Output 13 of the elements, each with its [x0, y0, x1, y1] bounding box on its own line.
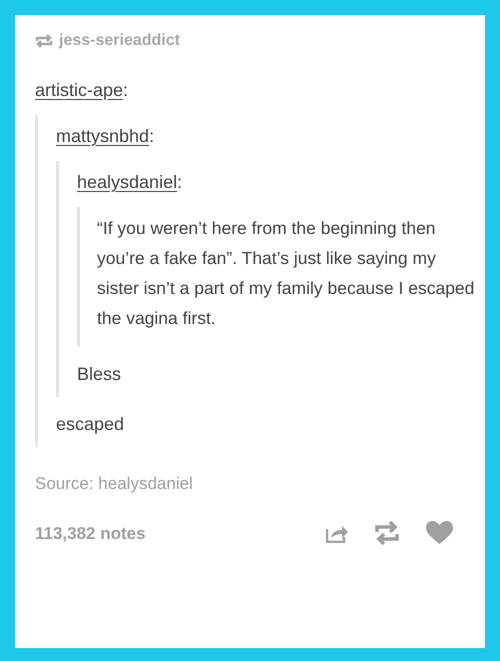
comment-text: Bless [77, 363, 122, 386]
quote-text: “If you weren’t here from the beginning then you’re a fake fan”. That’s just like saying my sister isn’t a part of my family because I escaped the vagina first. [97, 217, 476, 330]
colon: : [149, 126, 154, 146]
share-icon[interactable] [326, 523, 348, 544]
colon: : [177, 172, 182, 192]
username-link[interactable]: healysdaniel [77, 172, 178, 192]
username-link[interactable]: mattysnbhd [56, 126, 150, 146]
reblog-icon [35, 34, 53, 48]
reblog-icon[interactable] [374, 521, 400, 546]
heart-icon[interactable] [426, 521, 453, 546]
username-link[interactable]: artistic-ape [35, 80, 124, 100]
comment-text: escaped [56, 413, 126, 436]
colon: : [123, 80, 128, 100]
